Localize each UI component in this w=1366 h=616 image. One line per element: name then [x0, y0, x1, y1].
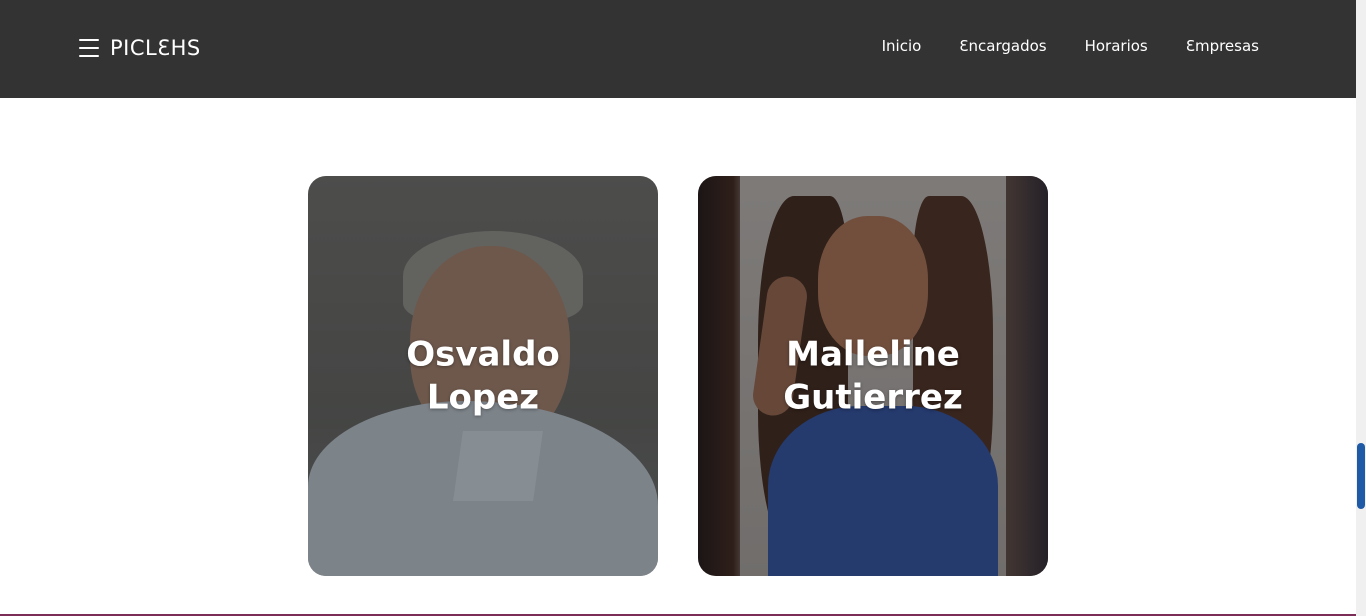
nav-link-inicio[interactable]: Inicio: [882, 37, 922, 55]
hamburger-menu-icon[interactable]: [79, 39, 99, 57]
staff-card-malleline-gutierrez[interactable]: Malleline Gutierrez: [698, 176, 1048, 576]
nav-link-empresas[interactable]: Ɛmpresas: [1186, 37, 1259, 55]
page-scrollbar[interactable]: [1356, 0, 1366, 616]
staff-name: Osvaldo Lopez: [406, 334, 560, 418]
staff-card-osvaldo-lopez[interactable]: Osvaldo Lopez: [308, 176, 658, 576]
nav-link-encargados[interactable]: Ɛncargados: [959, 37, 1046, 55]
staff-name: Malleline Gutierrez: [783, 334, 963, 418]
staff-cards: Osvaldo Lopez Malleline Gutierrez: [308, 176, 1048, 576]
main-nav: Inicio Ɛncargados Horarios Ɛmpresas: [882, 37, 1259, 55]
nav-link-horarios[interactable]: Horarios: [1085, 37, 1148, 55]
top-navbar: PICLƐHS Inicio Ɛncargados Horarios Ɛmpre…: [0, 0, 1356, 98]
scrollbar-thumb[interactable]: [1357, 443, 1365, 509]
brand-name[interactable]: PICLƐHS: [110, 36, 201, 60]
brand: PICLƐHS: [79, 34, 201, 62]
